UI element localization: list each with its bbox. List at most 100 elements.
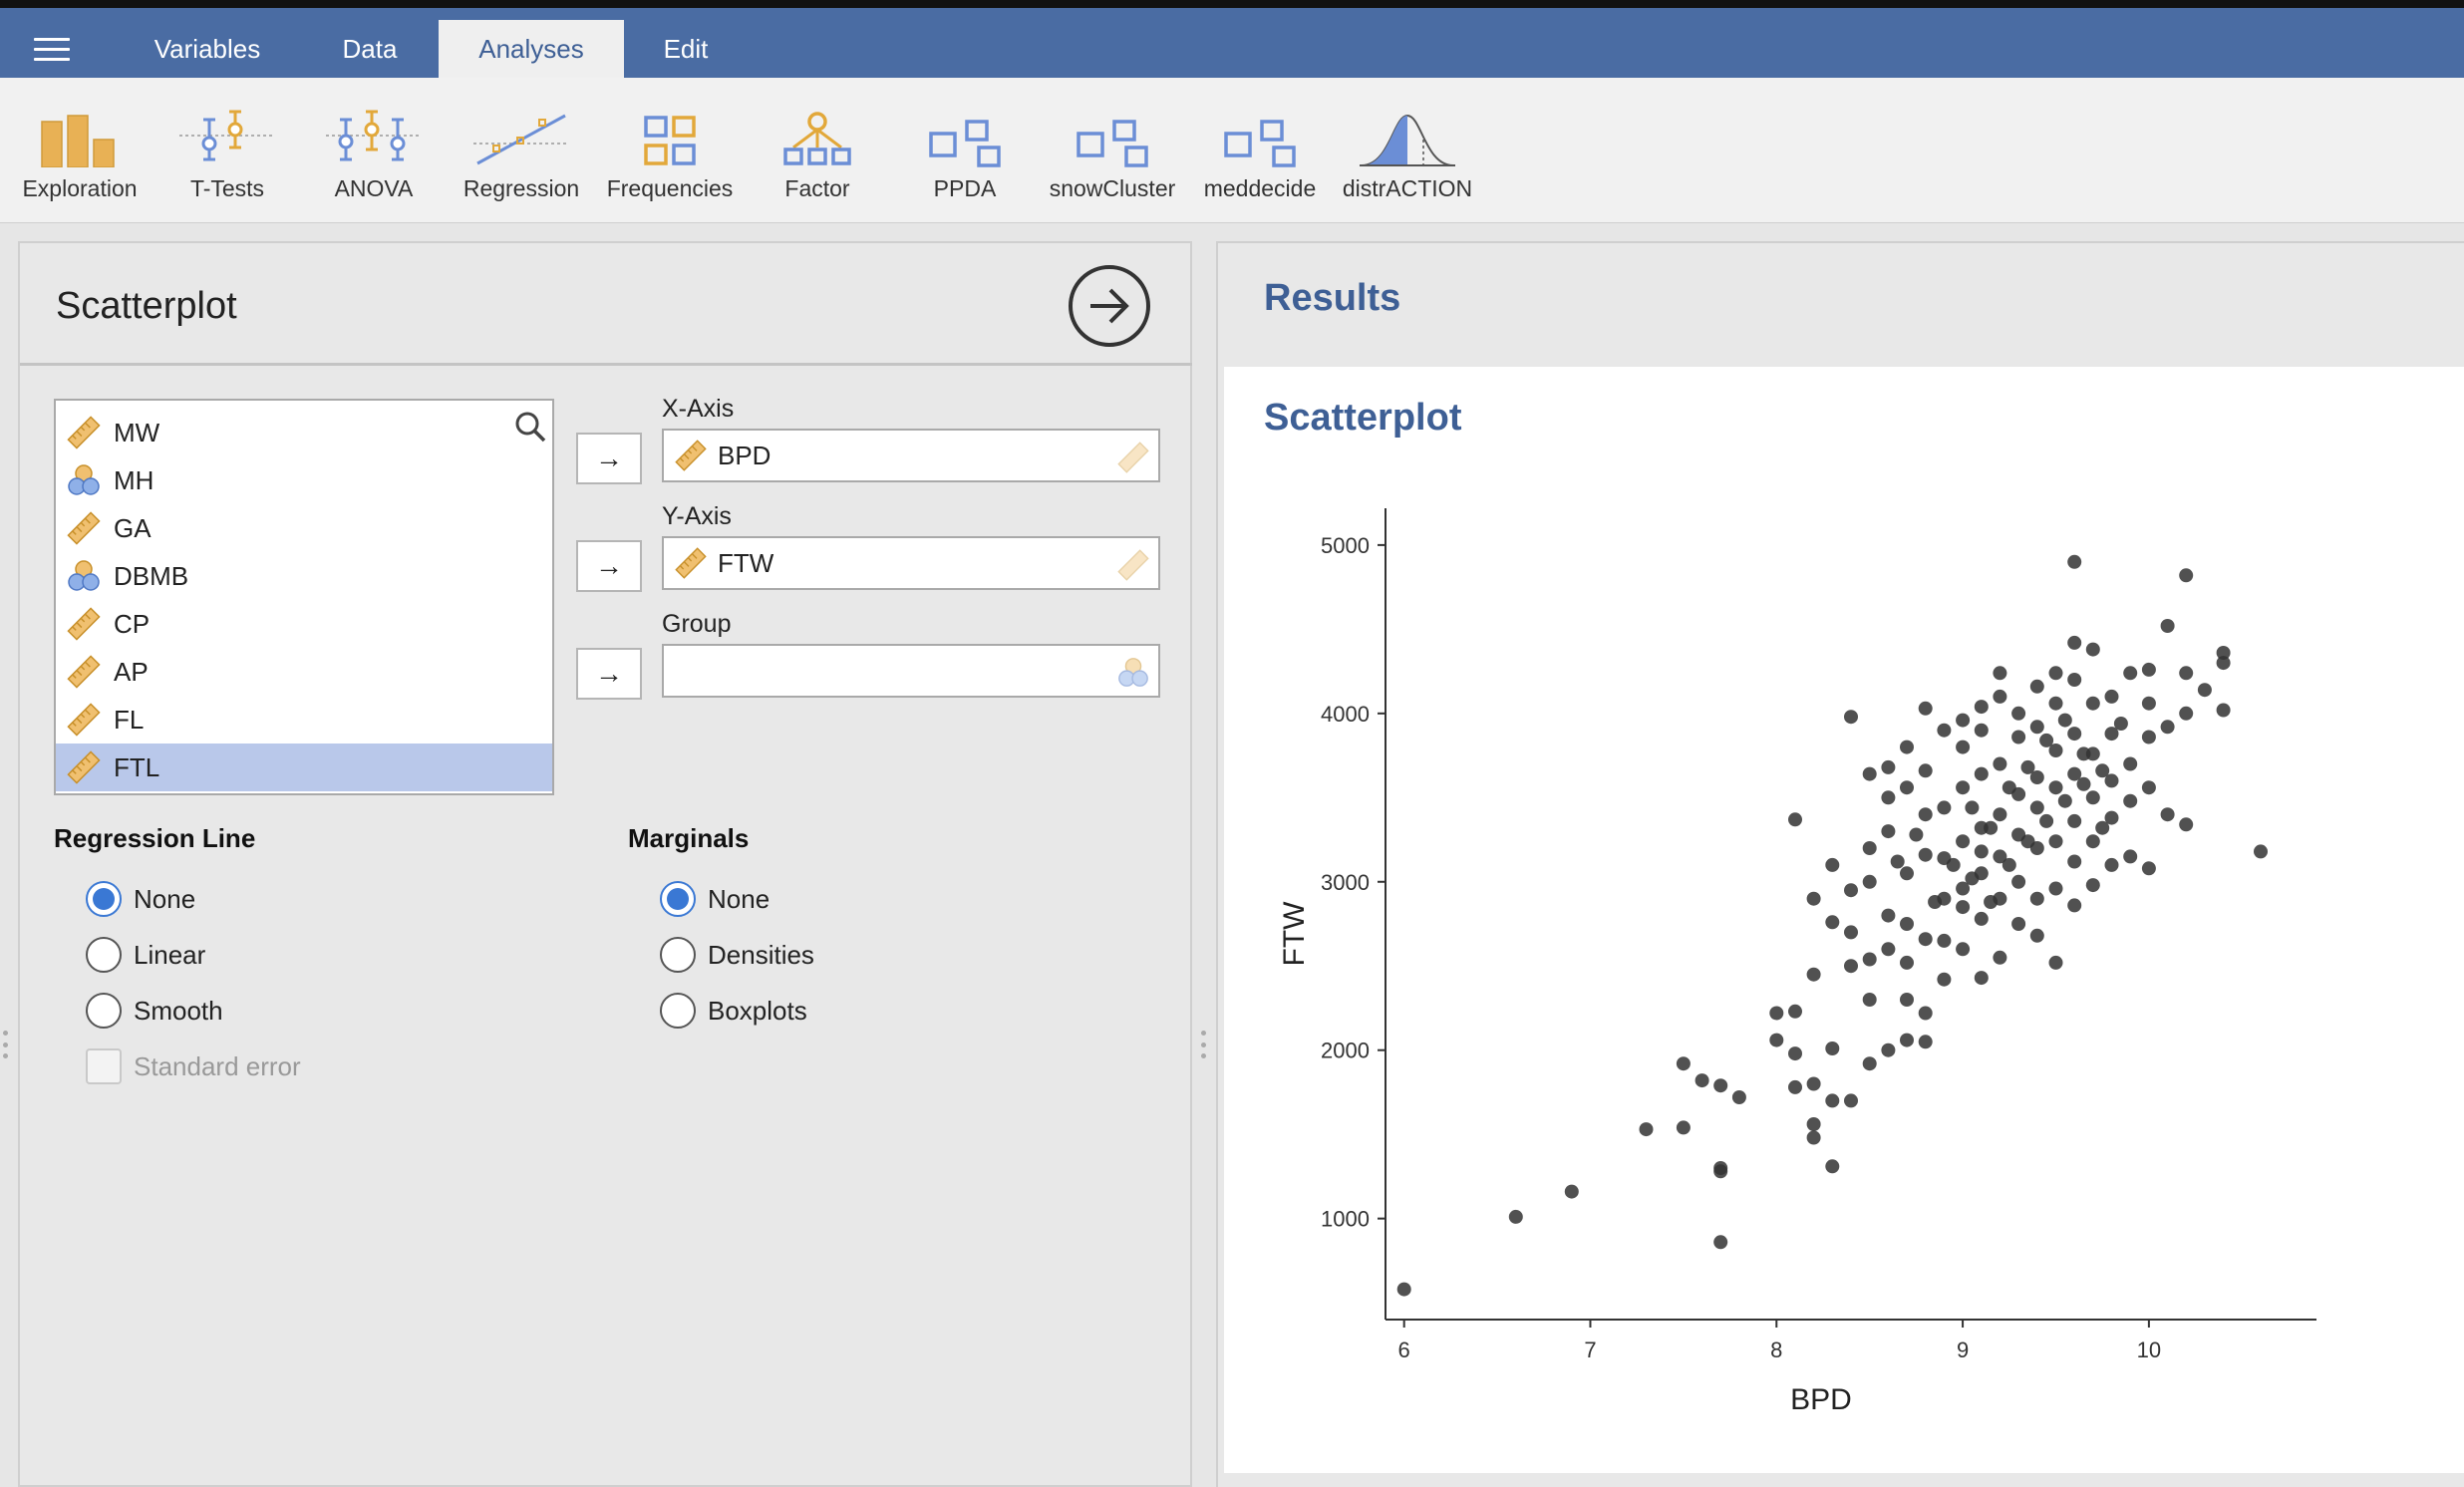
data-point [1993,666,2007,681]
scatterplot-heading: Scatterplot [1264,397,1462,439]
exploration-icon [5,106,154,167]
module-meddecide[interactable]: meddecide [1185,106,1335,202]
variable-item-ftl[interactable]: FTL [56,744,552,791]
x-tick-label: 8 [1770,1338,1782,1362]
y-tick-label: 4000 [1321,702,1370,727]
data-point [2085,834,2100,849]
data-point [1825,857,1840,872]
continuous-variable-icon [67,655,101,689]
data-point [1918,932,1933,947]
module-label: distrACTION [1342,175,1473,201]
group-target[interactable] [662,644,1160,698]
tab-data[interactable]: Data [317,20,423,78]
marginals-densities-radio[interactable]: Densities [660,937,814,973]
data-point [2179,568,2194,583]
variable-name: GA [114,512,152,543]
xaxis-label: X-Axis [662,395,735,423]
variable-item-ga[interactable]: GA [56,504,552,552]
data-point [1946,857,1961,872]
data-point [2141,780,2156,795]
data-point [2123,756,2138,771]
data-point [2095,763,2110,778]
variable-item-ap[interactable]: AP [56,648,552,696]
data-point [2067,898,2082,913]
module-factor[interactable]: Factor [743,106,892,202]
data-point [1974,844,1989,859]
regression-none-radio[interactable]: None [86,881,195,917]
module-frequencies[interactable]: Frequencies [595,106,745,202]
module-label: ANOVA [334,175,414,201]
module-snowcluster[interactable]: snowCluster [1038,106,1187,202]
move-to-xaxis-button[interactable]: → [576,433,642,484]
regression-icon [447,106,596,167]
variable-name: FTL [114,751,160,782]
data-point [2123,793,2138,808]
data-point [2216,703,2231,718]
radio-label: Smooth [134,995,223,1026]
move-to-yaxis-button[interactable]: → [576,540,642,592]
data-point [1900,993,1914,1007]
module-label: T-Tests [189,175,265,201]
data-point [1788,1079,1802,1094]
variable-item-dbmb[interactable]: DBMB [56,552,552,600]
run-analysis-button[interactable] [1069,265,1150,347]
regression-linear-radio[interactable]: Linear [86,937,205,973]
data-point [2085,642,2100,657]
data-point [1881,759,1896,774]
data-point [2123,849,2138,864]
tab-edit[interactable]: Edit [636,20,736,78]
radio-label: None [134,883,196,914]
left-splitter-handle[interactable] [3,1031,9,1058]
data-point [1937,723,1952,738]
data-point [1918,1006,1933,1021]
data-point [1974,766,1989,781]
data-point [2039,733,2054,747]
module-ttests[interactable]: T-Tests [153,106,302,202]
analyses-ribbon: Exploration T-Tests ANOVA Regression Fre… [0,78,2464,223]
module-ppda[interactable]: PPDA [890,106,1040,202]
tab-variables[interactable]: Variables [128,20,287,78]
results-heading: Results [1264,277,1401,319]
panel-splitter-handle[interactable] [1201,1031,1207,1058]
variable-item-cp[interactable]: CP [56,600,552,648]
factor-icon [743,106,892,167]
data-point [1731,1090,1746,1104]
module-regression[interactable]: Regression [447,106,596,202]
marginals-boxplots-radio[interactable]: Boxplots [660,993,807,1029]
data-point [2020,759,2035,774]
menu-icon[interactable] [34,38,70,62]
data-point [2020,834,2035,849]
module-distraction[interactable]: distrACTION [1333,106,1482,202]
variable-item-fl[interactable]: FL [56,696,552,744]
xaxis-target[interactable]: BPD [662,429,1160,482]
nominal-variable-icon [68,464,100,495]
module-icon [1038,106,1187,167]
data-point [2029,928,2044,943]
data-point [1862,841,1877,855]
radio-circle [660,937,696,973]
data-point [1825,1093,1840,1108]
data-point [2141,662,2156,677]
data-point [1974,723,1989,738]
yaxis-target[interactable]: FTW [662,536,1160,590]
module-label: PPDA [933,175,997,201]
data-point [2076,746,2091,761]
data-point [2029,720,2044,735]
variable-list[interactable]: MW MH GA DBMB CP AP FL FTL [54,399,554,795]
radio-circle [660,993,696,1029]
data-point [2141,696,2156,711]
tab-analyses[interactable]: Analyses [439,20,624,78]
data-point [1918,1035,1933,1049]
marginals-none-radio[interactable]: None [660,881,770,917]
module-exploration[interactable]: Exploration [5,106,154,202]
standard-error-checkbox[interactable]: Standard error [86,1048,301,1084]
move-to-group-button[interactable]: → [576,648,642,700]
variable-item-mw[interactable]: MW [56,409,552,456]
data-point [2011,706,2026,721]
variable-item-mh[interactable]: MH [56,456,552,504]
module-anova[interactable]: ANOVA [299,106,449,202]
data-point [1918,701,1933,716]
regression-smooth-radio[interactable]: Smooth [86,993,223,1029]
title-divider [20,363,1192,366]
data-point [1862,1056,1877,1071]
